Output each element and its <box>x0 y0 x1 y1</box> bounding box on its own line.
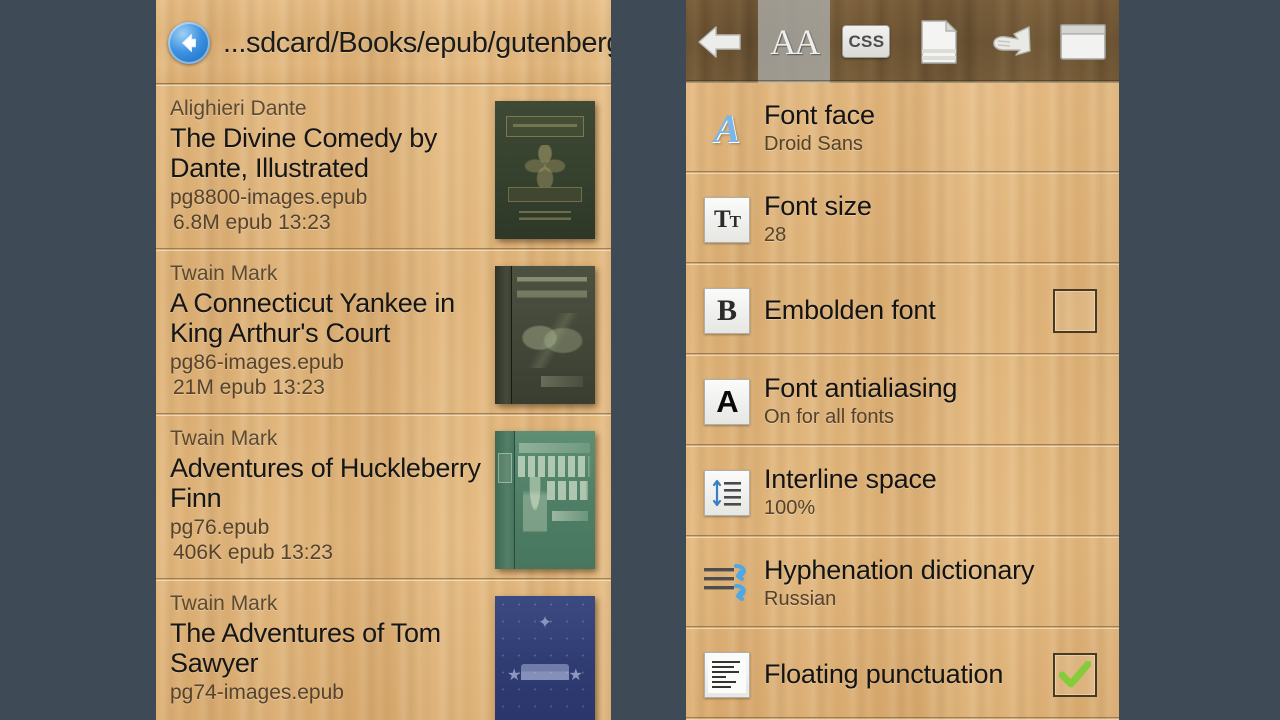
setting-text: Embolden font <box>764 294 1053 326</box>
setting-row-floating-punctuation[interactable]: Floating punctuation <box>686 629 1119 720</box>
embolden-font-checkbox[interactable] <box>1053 288 1097 333</box>
setting-text: Interline space 100% <box>764 463 1109 521</box>
interline-space-icon <box>700 466 754 520</box>
book-list-item[interactable]: Twain Mark A Connecticut Yankee in King … <box>156 251 611 416</box>
book-cover-thumbnail <box>495 431 595 569</box>
font-size-tt-icon: TT <box>700 193 754 247</box>
setting-row-interline-space[interactable]: Interline space 100% <box>686 447 1119 538</box>
setting-text: Font antialiasing On for all fonts <box>764 372 1109 430</box>
setting-text: Font face Droid Sans <box>764 99 1109 157</box>
book-title: Adventures of Huckleberry Finn <box>170 453 481 514</box>
file-browser-panel: ...sdcard/Books/epub/gutenberg Alighieri… <box>156 0 611 720</box>
book-filename: pg8800-images.epub <box>170 186 368 210</box>
setting-title: Interline space <box>764 463 937 494</box>
hyphenation-icon <box>700 557 754 611</box>
book-meta: 6.8M epub 13:23 <box>173 211 331 235</box>
book-info: Twain Mark A Connecticut Yankee in King … <box>164 262 485 400</box>
font-aa-label: AA <box>770 21 820 62</box>
setting-title: Embolden font <box>764 294 936 325</box>
book-meta: 21M epub 13:23 <box>173 376 325 400</box>
font-aa-icon[interactable]: AA <box>758 0 831 83</box>
book-title: The Divine Comedy by Dante, Illustrated <box>170 123 438 184</box>
book-author: Twain Mark <box>170 592 278 615</box>
book-list-item[interactable]: Twain Mark The Adventures of Tom Sawyer … <box>156 581 611 720</box>
book-title: A Connecticut Yankee in King Arthur's Co… <box>170 288 455 349</box>
setting-text: Font size 28 <box>764 190 1109 248</box>
bold-b-icon: B <box>700 284 754 338</box>
setting-title: Floating punctuation <box>764 658 1004 689</box>
setting-row-font-face[interactable]: A Font face Droid Sans <box>686 83 1119 174</box>
setting-row-hyphenation-dictionary[interactable]: Hyphenation dictionary Russian <box>686 538 1119 629</box>
setting-value: 28 <box>764 224 787 247</box>
book-filename: pg74-images.epub <box>170 681 344 705</box>
book-cover-thumbnail: ✦ ★ ★ <box>495 596 595 720</box>
setting-value: 100% <box>764 497 816 520</box>
book-list-item[interactable]: Twain Mark Adventures of Huckleberry Fin… <box>156 416 611 581</box>
book-title: The Adventures of Tom Sawyer <box>170 618 441 679</box>
css-label: CSS <box>842 25 891 58</box>
css-icon[interactable]: CSS <box>830 0 902 83</box>
book-author: Twain Mark <box>170 427 278 450</box>
back-arrow-icon[interactable] <box>168 22 210 64</box>
path-header: ...sdcard/Books/epub/gutenberg <box>156 0 611 86</box>
setting-value: Russian <box>764 588 837 611</box>
setting-title: Font face <box>764 99 875 130</box>
book-author: Alighieri Dante <box>170 97 307 120</box>
current-path: ...sdcard/Books/epub/gutenberg <box>223 26 611 59</box>
setting-row-font-antialiasing[interactable]: A Font antialiasing On for all fonts <box>686 356 1119 447</box>
book-info: Twain Mark The Adventures of Tom Sawyer … <box>164 592 485 705</box>
setting-text: Hyphenation dictionary Russian <box>764 554 1109 612</box>
book-author: Twain Mark <box>170 262 278 285</box>
setting-row-embolden-font[interactable]: B Embolden font <box>686 265 1119 356</box>
antialiasing-a-icon: A <box>700 375 754 429</box>
setting-value: On for all fonts <box>764 406 895 429</box>
setting-value: Droid Sans <box>764 133 863 156</box>
back-arrow-icon[interactable] <box>686 0 758 83</box>
floating-punctuation-icon <box>700 648 754 702</box>
window-icon[interactable] <box>1047 0 1119 83</box>
book-list-item[interactable]: Alighieri Dante The Divine Comedy by Dan… <box>156 86 611 251</box>
book-info: Alighieri Dante The Divine Comedy by Dan… <box>164 97 485 235</box>
book-cover-thumbnail <box>495 266 595 404</box>
book-list[interactable]: Alighieri Dante The Divine Comedy by Dan… <box>156 86 611 720</box>
book-meta: 406K epub 13:23 <box>173 541 333 565</box>
setting-row-font-size[interactable]: TT Font size 28 <box>686 174 1119 265</box>
settings-toolbar[interactable]: AA CSS <box>686 0 1119 83</box>
setting-title: Hyphenation dictionary <box>764 554 1035 585</box>
floating-punctuation-checkbox[interactable] <box>1053 652 1097 697</box>
setting-text: Floating punctuation <box>764 658 1053 690</box>
page-icon[interactable] <box>903 0 975 83</box>
setting-title: Font size <box>764 190 872 221</box>
blue-letter-a-icon: A <box>713 105 741 151</box>
pointing-hand-icon[interactable] <box>975 0 1047 83</box>
screen: ...sdcard/Books/epub/gutenberg Alighieri… <box>0 0 1280 720</box>
settings-list[interactable]: A Font face Droid Sans TT Font size 28 B… <box>686 83 1119 720</box>
book-info: Twain Mark Adventures of Huckleberry Fin… <box>164 427 485 565</box>
book-cover-thumbnail <box>495 101 595 239</box>
book-filename: pg86-images.epub <box>170 351 344 375</box>
settings-panel: AA CSS A Font face Droid Sans TT Font si… <box>686 0 1119 720</box>
setting-title: Font antialiasing <box>764 372 958 403</box>
book-filename: pg76.epub <box>170 516 270 540</box>
